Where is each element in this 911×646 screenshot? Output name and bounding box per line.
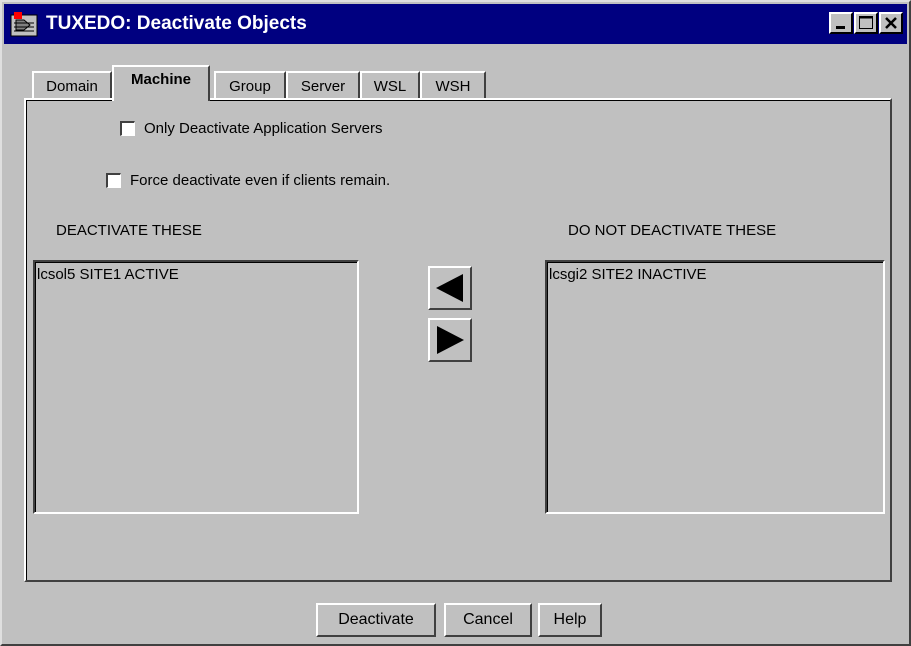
help-button-label: Help — [553, 611, 587, 628]
force-deactivate-checkbox[interactable] — [106, 173, 121, 188]
minimize-icon — [836, 26, 845, 29]
cancel-button[interactable]: Cancel — [444, 603, 532, 637]
close-button[interactable] — [879, 12, 903, 34]
left-triangle-arrow-icon — [436, 274, 463, 302]
tab-group[interactable]: Group — [214, 71, 286, 99]
maximize-button[interactable] — [854, 12, 878, 34]
move-right-button[interactable] — [428, 318, 472, 362]
only-app-servers-option[interactable]: Only Deactivate Application Servers — [120, 120, 382, 137]
tab-wsl[interactable]: WSL — [360, 71, 420, 99]
only-app-servers-label: Only Deactivate Application Servers — [144, 120, 383, 137]
tab-group-label: Group — [229, 77, 271, 95]
keep-list-header: DO NOT DEACTIVATE THESE — [568, 222, 777, 239]
minimize-button[interactable] — [829, 12, 853, 34]
force-deactivate-label: Force deactivate even if clients remain. — [130, 172, 391, 189]
deactivate-list-header: DEACTIVATE THESE — [56, 222, 202, 239]
tab-server[interactable]: Server — [286, 71, 360, 99]
move-left-button[interactable] — [428, 266, 472, 310]
tab-domain-label: Domain — [46, 77, 98, 95]
deactivate-objects-window: TUXEDO: Deactivate Objects Domain Machin… — [0, 0, 911, 646]
force-deactivate-option[interactable]: Force deactivate even if clients remain. — [106, 172, 390, 189]
deactivate-list[interactable]: lcsol5 SITE1 ACTIVE — [33, 260, 359, 514]
tab-wsh[interactable]: WSH — [420, 71, 486, 99]
tab-domain[interactable]: Domain — [32, 71, 112, 99]
help-button[interactable]: Help — [538, 603, 602, 637]
tab-machine-label: Machine — [130, 71, 191, 88]
window-title: TUXEDO: Deactivate Objects — [46, 13, 307, 34]
close-icon — [885, 17, 897, 29]
only-app-servers-checkbox[interactable] — [120, 121, 135, 136]
tab-wsl-label: WSL — [373, 77, 407, 95]
list-item[interactable]: lcsgi2 SITE2 INACTIVE — [549, 266, 707, 283]
title-bar[interactable]: TUXEDO: Deactivate Objects — [4, 4, 907, 44]
deactivate-button[interactable]: Deactivate — [316, 603, 436, 637]
maximize-icon — [859, 16, 873, 29]
list-item[interactable]: lcsol5 SITE1 ACTIVE — [37, 266, 179, 283]
tab-server-label: Server — [300, 77, 346, 95]
right-triangle-arrow-icon — [437, 326, 464, 354]
tuxedo-app-icon[interactable] — [10, 11, 38, 37]
tab-wsh-label: WSH — [435, 77, 471, 95]
cancel-button-label: Cancel — [463, 611, 513, 628]
deactivate-button-label: Deactivate — [338, 611, 414, 628]
keep-list[interactable]: lcsgi2 SITE2 INACTIVE — [545, 260, 885, 514]
tab-machine[interactable]: Machine — [112, 65, 210, 101]
